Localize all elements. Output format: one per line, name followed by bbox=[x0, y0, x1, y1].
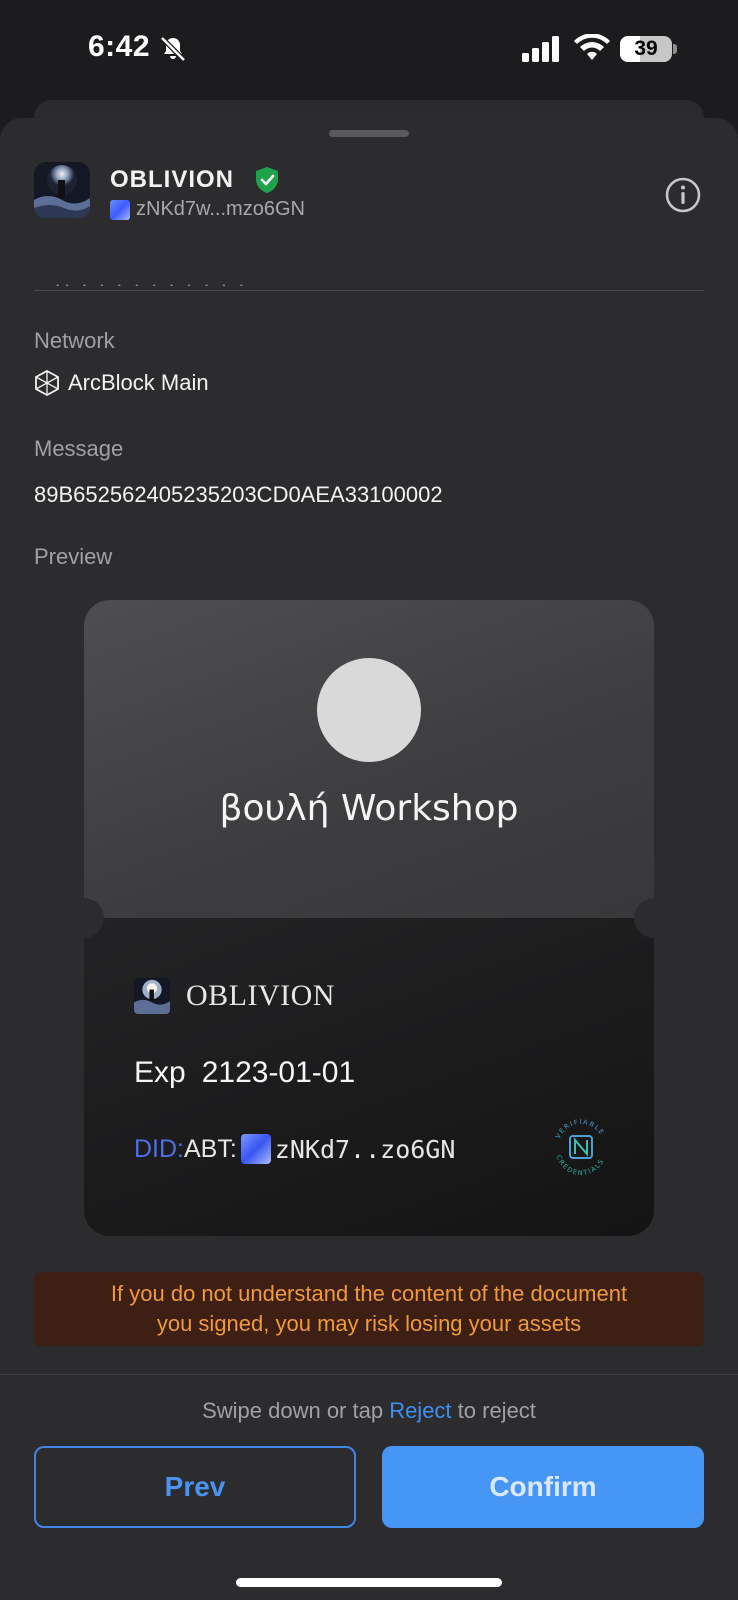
verified-shield-icon bbox=[256, 167, 278, 193]
did-prefix: DID: bbox=[134, 1134, 184, 1163]
preview-label: Preview bbox=[34, 544, 113, 569]
hint-after: to reject bbox=[451, 1398, 536, 1423]
hint-before: Swipe down or tap bbox=[202, 1398, 390, 1423]
credential-preview-card: βουλή Workshop OBLIVION Exp 2123-01-01 D… bbox=[64, 600, 674, 1236]
header-divider bbox=[34, 290, 704, 291]
risk-warning: If you do not understand the content of … bbox=[34, 1272, 704, 1346]
battery-icon: 39 bbox=[620, 36, 672, 62]
card-expiry: Exp 2123-01-01 bbox=[134, 1056, 355, 1090]
card-did: DID: ABT: zNKd7..zo6GN bbox=[134, 1134, 455, 1164]
prev-button[interactable]: Prev bbox=[34, 1446, 356, 1528]
info-icon[interactable] bbox=[664, 176, 702, 214]
issuer-name: OBLIVION bbox=[186, 979, 335, 1012]
scrolled-text-fragment: ·· · · · · · · · · · · bbox=[54, 272, 248, 286]
cellular-signal-icon bbox=[522, 36, 559, 62]
card-title: βουλή Workshop bbox=[219, 788, 519, 829]
sign-request-sheet[interactable]: OBLIVION zNKd7w...mzo6GN ·· · · · · · · … bbox=[0, 118, 738, 1600]
bell-slash-icon bbox=[160, 36, 186, 62]
app-logo bbox=[34, 162, 90, 218]
reject-hint: Swipe down or tap Reject to reject bbox=[0, 1398, 738, 1424]
reject-link[interactable]: Reject bbox=[389, 1398, 451, 1423]
footer-divider bbox=[0, 1374, 738, 1375]
card-issuer: OBLIVION bbox=[134, 978, 335, 1014]
message-label: Message bbox=[34, 436, 124, 461]
exp-label: Exp bbox=[134, 1056, 186, 1089]
confirm-button[interactable]: Confirm bbox=[382, 1446, 704, 1528]
warning-line-2: you signed, you may risk losing your ass… bbox=[156, 1311, 582, 1336]
verifiable-credentials-badge: VERIFIABLE CREDENTIALS bbox=[554, 1118, 605, 1177]
status-time: 6:42 bbox=[88, 30, 151, 63]
network-label: Network bbox=[34, 328, 115, 353]
home-indicator[interactable] bbox=[236, 1578, 502, 1587]
card-bottom: OBLIVION Exp 2123-01-01 DID: ABT: zNKd7..… bbox=[84, 918, 654, 1236]
message-value: 89B652562405235203CD0AEA33100002 bbox=[34, 482, 443, 507]
card-top: βουλή Workshop bbox=[84, 600, 654, 918]
arcblock-network-icon bbox=[35, 370, 59, 396]
battery-nub bbox=[673, 44, 677, 54]
exp-date: 2123-01-01 bbox=[201, 1056, 356, 1089]
app-did: zNKd7w...mzo6GN bbox=[110, 198, 305, 221]
status-bar: 6:42 39 bbox=[0, 0, 738, 100]
card-avatar bbox=[317, 658, 421, 762]
did-method: ABT: bbox=[184, 1134, 237, 1163]
network-name: ArcBlock Main bbox=[68, 370, 209, 395]
card-notch-left bbox=[64, 898, 104, 938]
app-name: OBLIVION bbox=[110, 166, 235, 193]
battery-level: 39 bbox=[634, 37, 658, 60]
wifi-icon bbox=[574, 34, 610, 60]
sheet-grabber[interactable] bbox=[329, 130, 409, 137]
app-did-text: zNKd7w...mzo6GN bbox=[136, 198, 305, 220]
app-header: OBLIVION zNKd7w...mzo6GN bbox=[34, 162, 704, 224]
network-value: ArcBlock Main bbox=[34, 370, 209, 396]
issuer-logo bbox=[134, 978, 170, 1014]
warning-line-1: If you do not understand the content of … bbox=[110, 1281, 628, 1306]
card-notch-right bbox=[634, 898, 674, 938]
did-avatar bbox=[240, 1134, 271, 1164]
did-avatar bbox=[110, 199, 130, 220]
did-short: zNKd7..zo6GN bbox=[274, 1134, 456, 1164]
